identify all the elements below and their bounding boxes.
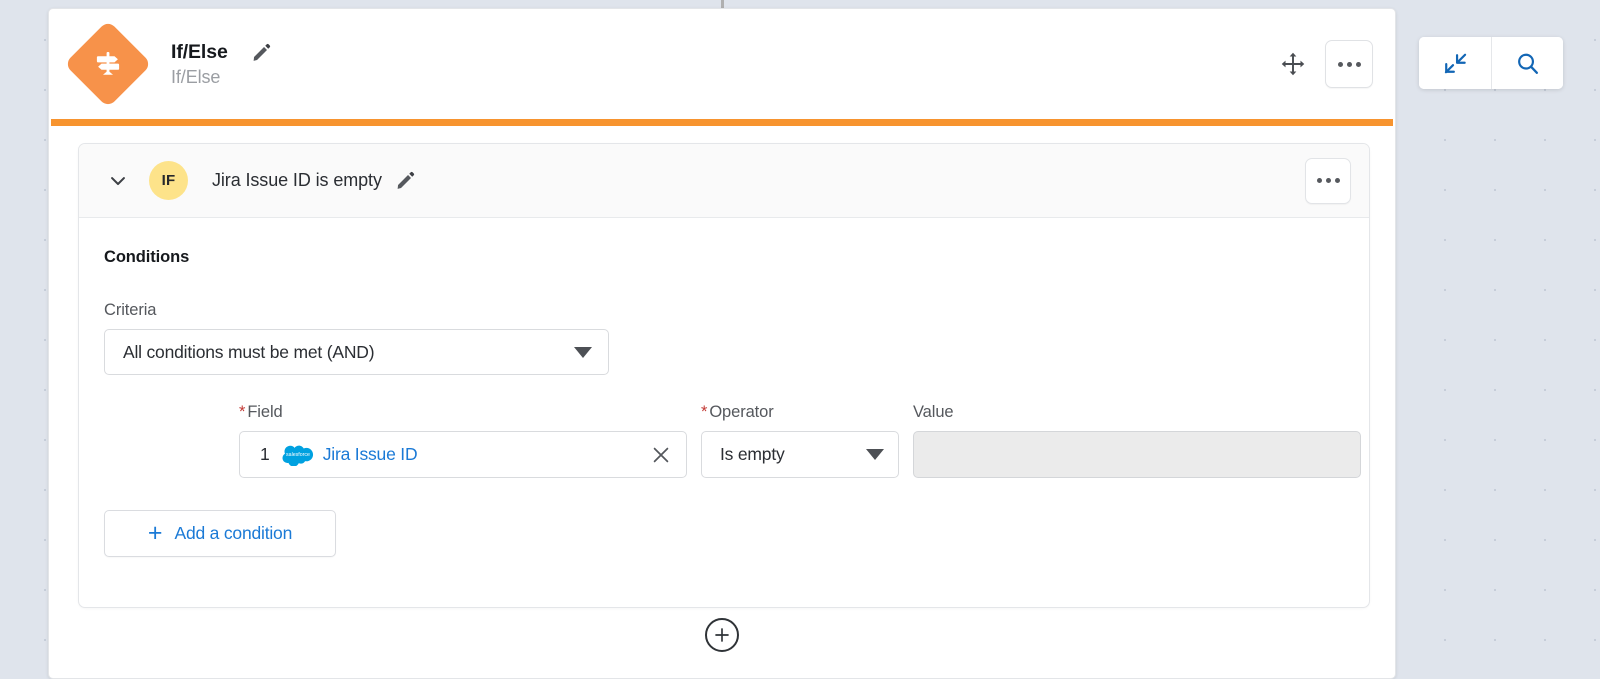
salesforce-cloud-icon: salesforce <box>282 443 314 466</box>
ellipsis-dot <box>1326 178 1331 183</box>
branch-conditions-panel: IF Jira Issue ID is empty Conditions Cri… <box>78 143 1370 608</box>
chevron-down-icon <box>866 449 884 460</box>
node-accent-bar <box>51 119 1393 126</box>
search-icon <box>1515 51 1540 76</box>
add-condition-label: Add a condition <box>174 523 292 544</box>
collapse-arrows-icon <box>1443 51 1468 76</box>
operator-group: *Operator Is empty <box>701 403 899 478</box>
clear-field-x-icon[interactable] <box>650 444 672 466</box>
if-else-signpost-icon <box>64 20 152 108</box>
move-handle-icon[interactable] <box>1280 51 1306 77</box>
svg-text:salesforce: salesforce <box>286 452 310 458</box>
node-header-actions <box>1280 40 1373 88</box>
node-title: If/Else <box>171 41 228 64</box>
chevron-down-icon <box>574 347 592 358</box>
field-label: *Field <box>239 403 687 422</box>
field-label-text: Field <box>247 403 282 421</box>
canvas-toolbar <box>1419 37 1563 89</box>
branch-header[interactable]: IF Jira Issue ID is empty <box>79 144 1369 218</box>
required-asterisk: * <box>701 403 707 421</box>
criteria-select[interactable]: All conditions must be met (AND) <box>104 329 609 375</box>
edit-branch-pencil-icon[interactable] <box>395 170 417 192</box>
fit-to-screen-button[interactable] <box>1419 37 1491 89</box>
criteria-label: Criteria <box>79 301 1369 320</box>
ellipsis-dot <box>1347 62 1352 67</box>
node-menu-button[interactable] <box>1325 40 1373 88</box>
conditions-body: Conditions Criteria All conditions must … <box>79 218 1369 607</box>
branch-type-badge: IF <box>149 161 188 200</box>
node-subtitle: If/Else <box>171 67 273 88</box>
operator-label: *Operator <box>701 403 899 422</box>
edit-node-title-pencil-icon[interactable] <box>251 41 273 63</box>
ellipsis-dot <box>1317 178 1322 183</box>
ellipsis-dot <box>1356 62 1361 67</box>
condition-index: 1 <box>260 444 270 465</box>
add-step-button[interactable] <box>705 618 739 652</box>
ellipsis-dot <box>1335 178 1340 183</box>
condition-row: *Field 1 salesforce Jira Issue ID <box>79 403 1369 478</box>
field-group: *Field 1 salesforce Jira Issue ID <box>239 403 687 478</box>
branch-menu-button[interactable] <box>1305 158 1351 204</box>
required-asterisk: * <box>239 403 245 421</box>
node-header: If/Else If/Else <box>49 9 1395 119</box>
plus-icon: + <box>148 521 163 546</box>
criteria-selected-value: All conditions must be met (AND) <box>123 342 374 363</box>
search-button[interactable] <box>1491 37 1563 89</box>
field-input[interactable]: 1 salesforce Jira Issue ID <box>239 431 687 478</box>
conditions-section-title: Conditions <box>79 248 1369 267</box>
field-selected-value[interactable]: Jira Issue ID <box>323 444 418 465</box>
plus-icon <box>713 626 731 644</box>
if-else-node-card[interactable]: If/Else If/Else <box>48 8 1396 679</box>
value-label: Value <box>913 403 1361 422</box>
operator-selected-value: Is empty <box>720 444 785 465</box>
operator-label-text: Operator <box>709 403 773 421</box>
value-group: Value <box>913 403 1361 478</box>
operator-select[interactable]: Is empty <box>701 431 899 478</box>
ellipsis-dot <box>1338 62 1343 67</box>
node-header-text: If/Else If/Else <box>171 41 273 88</box>
value-input <box>913 431 1361 478</box>
branch-label: Jira Issue ID is empty <box>212 170 382 191</box>
add-condition-button[interactable]: + Add a condition <box>104 510 336 557</box>
chevron-down-icon[interactable] <box>101 164 135 198</box>
